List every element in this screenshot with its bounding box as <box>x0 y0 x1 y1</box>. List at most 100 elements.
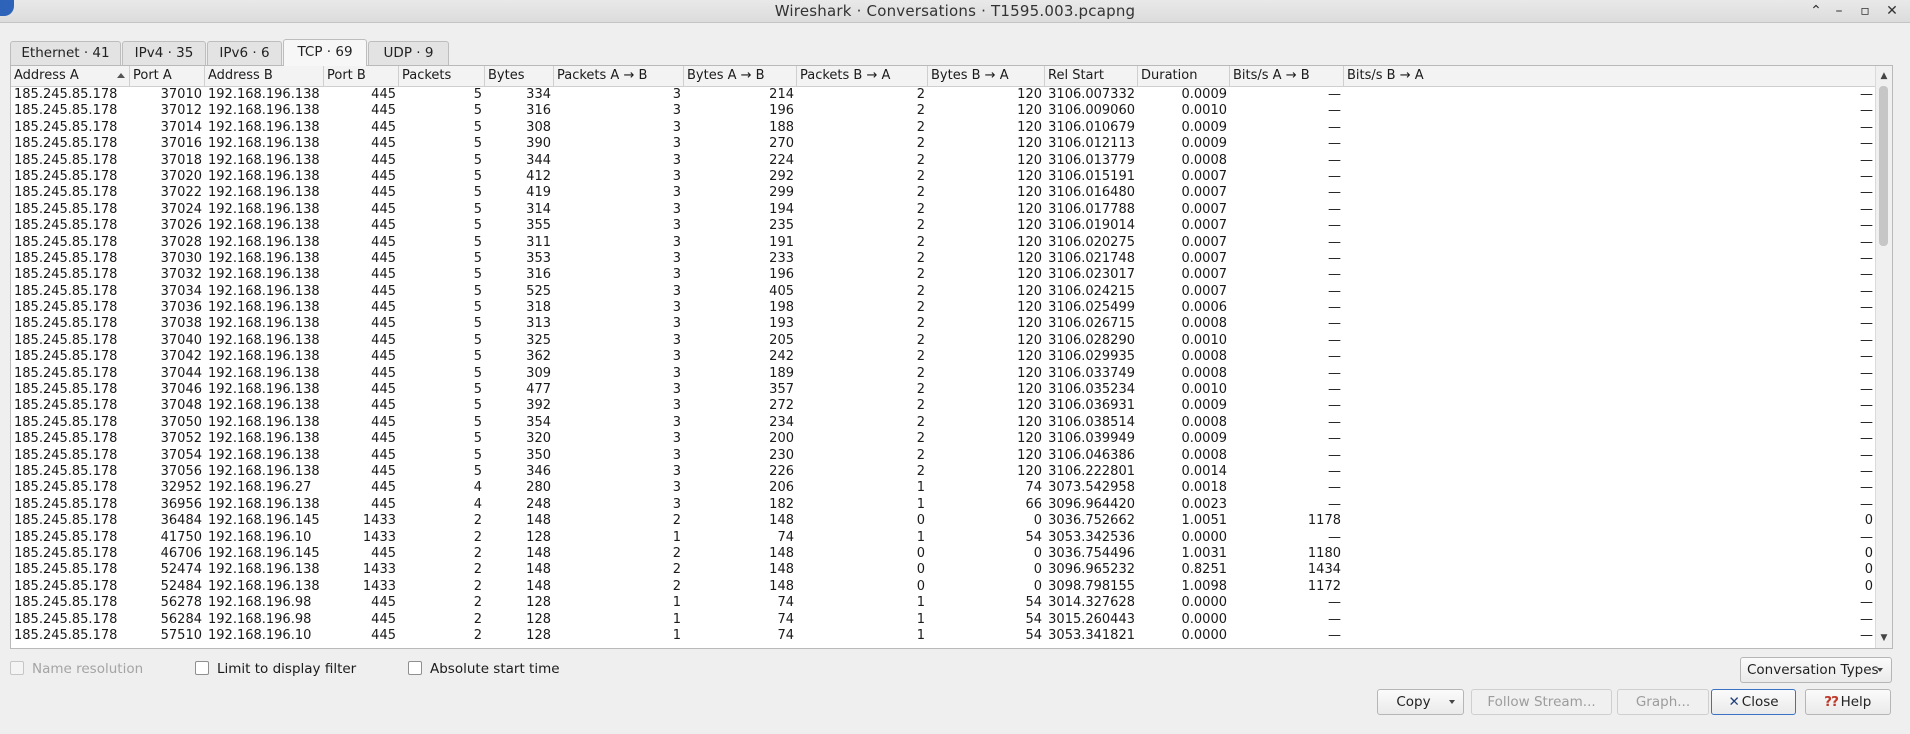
column-header-bytes-a-b[interactable]: Bytes A → B <box>684 66 797 86</box>
column-header-packets-b-a[interactable]: Packets B → A <box>797 66 928 86</box>
column-header-packets[interactable]: Packets <box>399 66 485 86</box>
cell-bytes-a-b: 233 <box>769 250 794 266</box>
table-row[interactable]: 185.245.85.178 46706 192.168.196.145 445 2 14… <box>11 546 1876 562</box>
cell-port-b: 445 <box>371 480 396 496</box>
tab-ipv6[interactable]: IPv6 · 6 <box>207 41 282 65</box>
table-row[interactable]: 185.245.85.178 37012 192.168.196.138 445 5 31… <box>11 103 1876 119</box>
column-header-address-b[interactable]: Address B <box>205 66 324 86</box>
table-row[interactable]: 185.245.85.178 37050 192.168.196.138 445 5 35… <box>11 415 1876 431</box>
table-row[interactable]: 185.245.85.178 37022 192.168.196.138 445 5 41… <box>11 185 1876 201</box>
column-header-bytes-b-a[interactable]: Bytes B → A <box>928 66 1045 86</box>
cell-rel-start: 3106.021748 <box>1048 250 1135 266</box>
cell-bytes-b-a: 120 <box>1017 250 1042 266</box>
cell-address-b: 192.168.196.98 <box>208 611 312 627</box>
cell-bytes-a-b: 148 <box>769 513 794 529</box>
table-row[interactable]: 185.245.85.178 36956 192.168.196.138 445 4 24… <box>11 497 1876 513</box>
table-row[interactable]: 185.245.85.178 56278 192.168.196.98 445 2 128… <box>11 595 1876 611</box>
table-row[interactable]: 185.245.85.178 37014 192.168.196.138 445 5 30… <box>11 120 1876 136</box>
shade-window-icon[interactable]: ⌃ <box>1806 1 1826 21</box>
table-row[interactable]: 185.245.85.178 32952 192.168.196.27 445 4 280… <box>11 480 1876 496</box>
cell-port-b: 445 <box>371 201 396 217</box>
column-header-port-b[interactable]: Port B <box>324 66 399 86</box>
cell-port-b: 445 <box>371 463 396 479</box>
limit-filter-checkbox[interactable] <box>195 661 209 675</box>
follow-stream-button[interactable]: Follow Stream... <box>1471 689 1612 715</box>
maximize-window-icon[interactable]: ▫ <box>1855 1 1875 21</box>
table-row[interactable]: 185.245.85.178 37044 192.168.196.138 445 5 30… <box>11 366 1876 382</box>
table-row[interactable]: 185.245.85.178 37038 192.168.196.138 445 5 31… <box>11 316 1876 332</box>
cell-packets-b-a: 2 <box>916 250 925 266</box>
cell-duration: 0.0009 <box>1181 119 1228 135</box>
table-row[interactable]: 185.245.85.178 37036 192.168.196.138 445 5 31… <box>11 300 1876 316</box>
help-button[interactable]: ⁇ Help <box>1805 689 1891 715</box>
tab-ipv4[interactable]: IPv4 · 35 <box>122 41 206 65</box>
column-header-bytes[interactable]: Bytes <box>485 66 554 86</box>
tab-udp[interactable]: UDP · 9 <box>368 41 449 65</box>
column-header-bits-a-b[interactable]: Bits/s A → B <box>1230 66 1344 86</box>
table-row[interactable]: 185.245.85.178 37034 192.168.196.138 445 5 52… <box>11 284 1876 300</box>
table-row[interactable]: 185.245.85.178 37040 192.168.196.138 445 5 32… <box>11 333 1876 349</box>
cell-packets-b-a: 2 <box>916 382 925 398</box>
copy-button[interactable]: Copy <box>1377 689 1464 715</box>
cell-packets: 5 <box>473 349 482 365</box>
cell-bits-a-b: — <box>1328 103 1341 119</box>
column-header-port-a[interactable]: Port A <box>130 66 205 86</box>
scrollbar-thumb[interactable] <box>1879 86 1888 246</box>
graph-button[interactable]: Graph... <box>1617 689 1709 715</box>
absolute-start-option[interactable]: Absolute start time <box>408 660 560 678</box>
cell-packets-a-b: 3 <box>672 218 681 234</box>
table-row[interactable]: 185.245.85.178 37052 192.168.196.138 445 5 32… <box>11 431 1876 447</box>
cell-address-b: 192.168.196.138 <box>208 332 320 348</box>
cell-port-b: 445 <box>371 332 396 348</box>
table-row[interactable]: 185.245.85.178 37020 192.168.196.138 445 5 41… <box>11 169 1876 185</box>
table-row[interactable]: 185.245.85.178 57510 192.168.196.10 445 2 128… <box>11 628 1876 644</box>
table-row[interactable]: 185.245.85.178 52484 192.168.196.138 1433 2 1… <box>11 579 1876 595</box>
table-row[interactable]: 185.245.85.178 37054 192.168.196.138 445 5 35… <box>11 448 1876 464</box>
tab-tcp[interactable]: TCP · 69 <box>283 39 367 66</box>
cell-packets-b-a: 0 <box>916 578 925 594</box>
table-row[interactable]: 185.245.85.178 37046 192.168.196.138 445 5 47… <box>11 382 1876 398</box>
cell-duration: 0.0010 <box>1181 103 1228 119</box>
table-row[interactable]: 185.245.85.178 37024 192.168.196.138 445 5 31… <box>11 202 1876 218</box>
cell-bytes-b-a: 120 <box>1017 300 1042 316</box>
table-row[interactable]: 185.245.85.178 37010 192.168.196.138 445 5 33… <box>11 87 1876 103</box>
scroll-up-icon[interactable]: ▲ <box>1876 68 1892 84</box>
absolute-start-checkbox[interactable] <box>408 661 422 675</box>
close-window-icon[interactable]: ✕ <box>1882 1 1902 21</box>
table-row[interactable]: 185.245.85.178 37026 192.168.196.138 445 5 35… <box>11 218 1876 234</box>
table-row[interactable]: 185.245.85.178 37048 192.168.196.138 445 5 39… <box>11 398 1876 414</box>
table-row[interactable]: 185.245.85.178 37018 192.168.196.138 445 5 34… <box>11 153 1876 169</box>
cell-bytes: 334 <box>526 87 551 102</box>
close-button[interactable]: ✕ Close <box>1711 689 1796 715</box>
table-row[interactable]: 185.245.85.178 37030 192.168.196.138 445 5 35… <box>11 251 1876 267</box>
cell-packets-a-b: 3 <box>672 103 681 119</box>
cell-bytes-a-b: 357 <box>769 382 794 398</box>
conversation-types-button[interactable]: Conversation Types <box>1740 657 1892 683</box>
table-row[interactable]: 185.245.85.178 36484 192.168.196.145 1433 2 1… <box>11 513 1876 529</box>
name-resolution-option[interactable]: Name resolution <box>10 660 143 678</box>
column-header-address-a[interactable]: Address A <box>11 66 130 86</box>
scroll-down-icon[interactable]: ▼ <box>1876 630 1892 646</box>
cell-packets-b-a: 2 <box>916 168 925 184</box>
table-row[interactable]: 185.245.85.178 41750 192.168.196.10 1433 2 12… <box>11 530 1876 546</box>
vertical-scrollbar[interactable]: ▲ ▼ <box>1875 66 1892 648</box>
minimize-window-icon[interactable]: – <box>1829 1 1849 21</box>
column-header-bits-b-a[interactable]: Bits/s B → A <box>1344 66 1876 86</box>
table-row[interactable]: 185.245.85.178 52474 192.168.196.138 1433 2 1… <box>11 562 1876 578</box>
table-row[interactable]: 185.245.85.178 37028 192.168.196.138 445 5 31… <box>11 235 1876 251</box>
column-header-packets-a-b[interactable]: Packets A → B <box>554 66 684 86</box>
column-header-rel-start[interactable]: Rel Start <box>1045 66 1138 86</box>
table-row[interactable]: 185.245.85.178 56284 192.168.196.98 445 2 128… <box>11 612 1876 628</box>
column-header-duration[interactable]: Duration <box>1138 66 1230 86</box>
table-row[interactable]: 185.245.85.178 37032 192.168.196.138 445 5 31… <box>11 267 1876 283</box>
cell-packets-a-b: 3 <box>672 398 681 414</box>
tab-ethernet[interactable]: Ethernet · 41 <box>10 41 121 65</box>
table-row[interactable]: 185.245.85.178 37056 192.168.196.138 445 5 34… <box>11 464 1876 480</box>
limit-filter-option[interactable]: Limit to display filter <box>195 660 356 678</box>
table-row[interactable]: 185.245.85.178 37042 192.168.196.138 445 5 36… <box>11 349 1876 365</box>
cell-port-a: 36484 <box>160 513 202 529</box>
cell-bits-b-a: — <box>1860 119 1873 135</box>
table-row[interactable]: 185.245.85.178 37016 192.168.196.138 445 5 39… <box>11 136 1876 152</box>
cell-packets-a-b: 3 <box>672 480 681 496</box>
name-resolution-checkbox[interactable] <box>10 661 24 675</box>
